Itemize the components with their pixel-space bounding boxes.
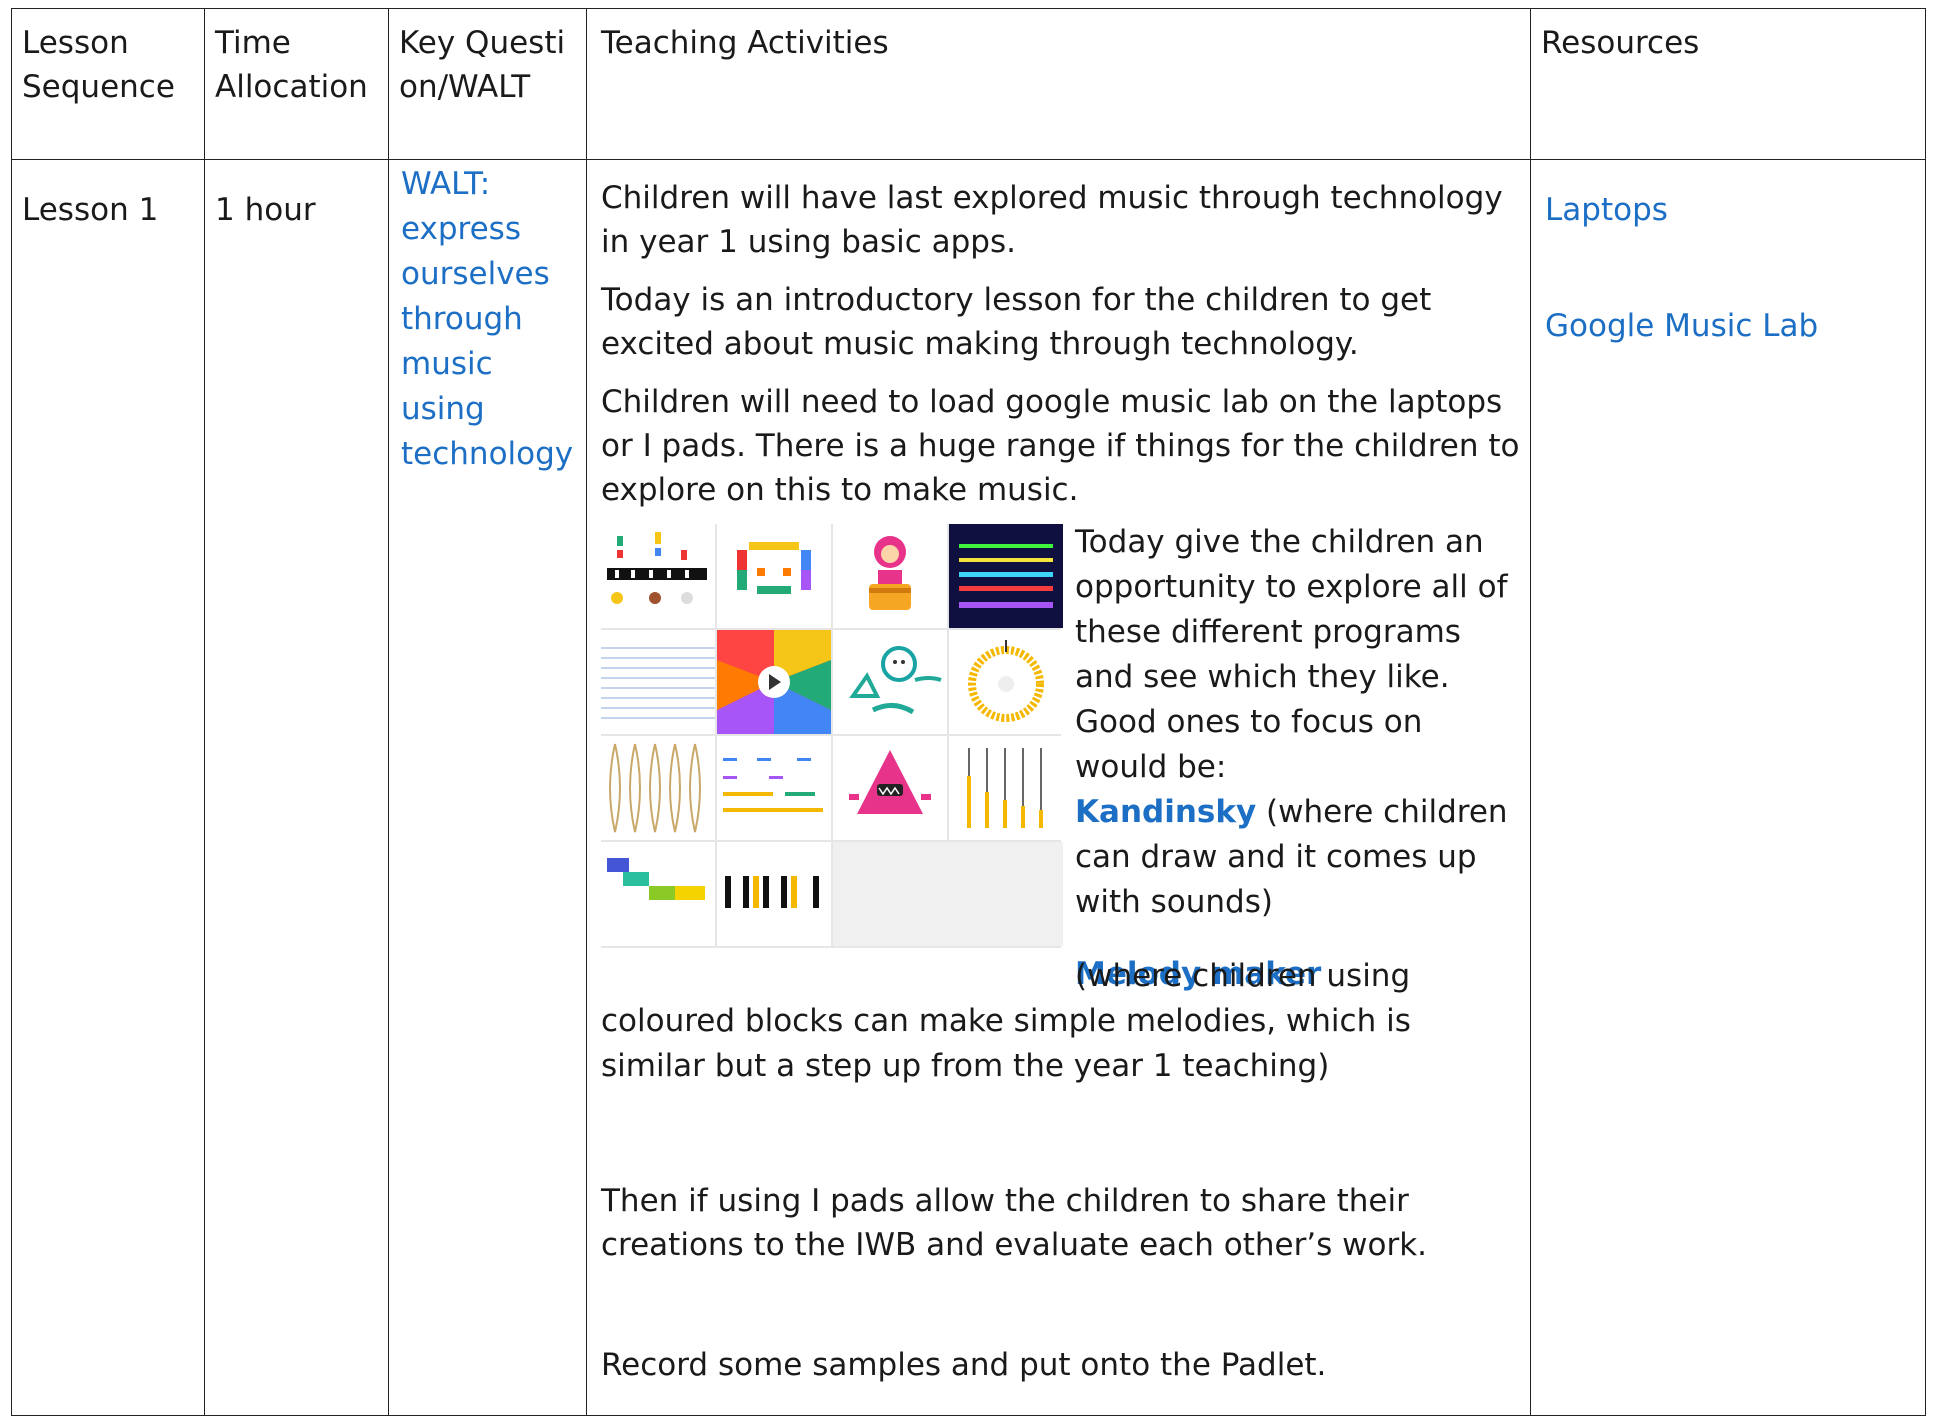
music-lab-gallery (601, 524, 1063, 948)
header-teaching-activities: Teaching Activities (586, 8, 1531, 160)
melody-description-text: (where children using coloured blocks ca… (601, 958, 1411, 1084)
pixel-face-icon (717, 524, 831, 628)
harmonic-sliders-icon (949, 736, 1063, 840)
lesson-cell: Lesson 1 (11, 159, 205, 1416)
header-row: Lesson Sequence Time Allocation Key Ques… (11, 8, 1926, 160)
resource-laptops-link[interactable]: Laptops (1545, 188, 1915, 232)
lesson-number: Lesson 1 (22, 192, 159, 228)
kandinsky-link[interactable]: Kandinsky (1075, 794, 1256, 830)
voice-spinner-icon (949, 630, 1063, 734)
activity-paragraph: Then if using I pads allow the children … (601, 1183, 1428, 1263)
walt-cell: WALT: express ourselves through music us… (388, 159, 587, 1416)
piano-keys-icon (717, 842, 831, 946)
lesson-plan-page: Lesson Sequence Time Allocation Key Ques… (0, 0, 1935, 1416)
walt-label: WALT: (401, 166, 491, 202)
melody-blocks-icon (601, 842, 715, 946)
color-wheel-play-icon (717, 630, 831, 734)
strings-icon (601, 736, 715, 840)
piano-roll-icon (601, 524, 715, 628)
activity-paragraph: Children will have last explored music t… (601, 180, 1503, 260)
resource-google-music-lab-link[interactable]: Google Music Lab (1545, 304, 1915, 348)
monkey-drummer-icon (833, 524, 947, 628)
time-cell: 1 hour (204, 159, 389, 1416)
melody-description: (where children using coloured blocks ca… (601, 952, 1520, 1089)
sound-waves-icon (601, 630, 715, 734)
time-value: 1 hour (215, 192, 316, 228)
activity-paragraph: Children will need to load google music … (601, 384, 1520, 508)
walt-text: express ourselves through music using te… (401, 211, 574, 472)
lesson-row: Lesson 1 1 hour WALT: express ourselves … (11, 159, 1926, 1416)
rhythm-bars-icon (717, 736, 831, 840)
activity-paragraph: Record some samples and put onto the Pad… (601, 1347, 1327, 1383)
header-lesson-sequence: Lesson Sequence (11, 8, 205, 160)
activity-paragraph: Today is an introductory lesson for the … (601, 282, 1432, 362)
header-key-question: Key Question/WALT (388, 8, 587, 160)
header-time-allocation: Time Allocation (204, 8, 389, 160)
triangle-character-icon (833, 736, 947, 840)
header-resources: Resources (1530, 8, 1926, 160)
spectrogram-icon (949, 524, 1063, 628)
blank-tile (833, 842, 1063, 946)
activities-cell: Children will have last explored music t… (586, 159, 1531, 1416)
lesson-plan-table: Lesson Sequence Time Allocation Key Ques… (11, 8, 1926, 1416)
kandinsky-drawing-icon (833, 630, 947, 734)
resources-cell: Laptops Google Music Lab (1530, 159, 1926, 1416)
